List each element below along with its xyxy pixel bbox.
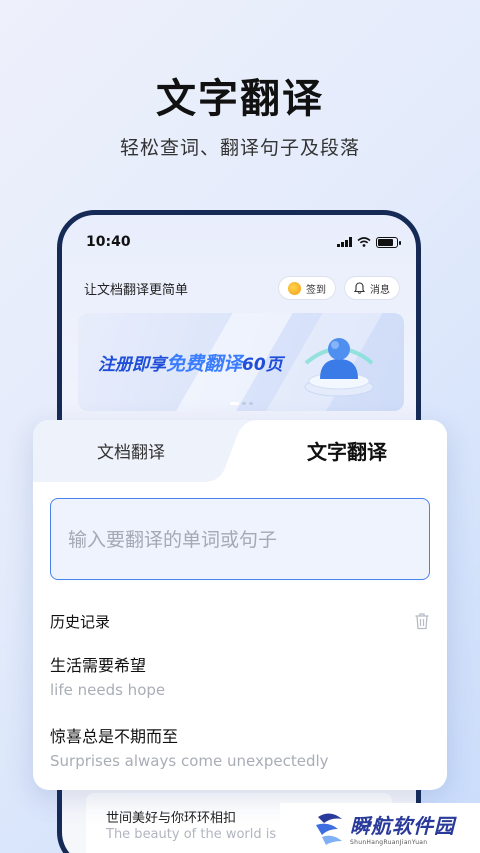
hero-subtitle: 轻松查词、翻译句子及段落	[119, 137, 360, 159]
history-title: 历史记录	[50, 612, 111, 631]
messages-button[interactable]: 消息	[344, 276, 400, 300]
app-slogan: 让文档翻译更简单	[84, 282, 189, 298]
status-time: 10:40	[86, 234, 131, 250]
history-header: 历史记录	[50, 610, 430, 632]
bell-icon	[354, 282, 365, 294]
tab-bar: 文档翻译 文字翻译	[33, 420, 447, 482]
battery-icon	[376, 236, 401, 248]
tab-document-translation[interactable]: 文档翻译	[33, 438, 229, 463]
signin-label: 签到	[306, 284, 326, 296]
status-icons	[337, 236, 401, 248]
translation-card: 文档翻译 文字翻译 输入要翻译的单词或句子 历史记录 生活需要希望 life n…	[33, 420, 447, 790]
messages-label: 消息	[370, 284, 390, 296]
history-item[interactable]: 生活需要希望 life needs hope	[50, 652, 430, 699]
history-source: 惊喜总是不期而至	[50, 727, 179, 746]
wifi-icon	[357, 237, 371, 247]
trash-icon[interactable]	[414, 612, 430, 630]
banner-text: 注册即享免费翻译60页	[98, 353, 283, 375]
watermark: 瞬航软件园 ShunHangRuanJianYuan	[280, 803, 480, 853]
history-translation: life needs hope	[50, 681, 166, 699]
translation-input[interactable]: 输入要翻译的单词或句子	[50, 498, 430, 580]
user-figure-icon	[304, 338, 374, 397]
tab-text-translation[interactable]: 文字翻译	[247, 436, 447, 465]
watermark-name: 瞬航软件园	[350, 814, 455, 838]
peek-translation: The beauty of the world is l	[106, 827, 284, 842]
signin-button[interactable]: 签到	[278, 276, 336, 300]
app-header: 让文档翻译更简单 签到 消息	[84, 275, 400, 301]
history-translation: Surprises always come unexpectedly	[50, 752, 329, 770]
watermark-logo-icon	[316, 813, 342, 845]
status-bar: 10:40	[86, 231, 401, 253]
history-source: 生活需要希望	[50, 656, 147, 675]
hero-title: 文字翻译	[156, 76, 324, 122]
banner-pagination	[78, 402, 404, 405]
coin-icon	[288, 281, 301, 295]
peek-source: 世间美好与你环环相扣	[106, 811, 237, 826]
signal-icon	[337, 237, 352, 247]
header-actions: 签到 消息	[278, 276, 400, 300]
history-item[interactable]: 惊喜总是不期而至 Surprises always come unexpecte…	[50, 723, 430, 770]
promo-banner[interactable]: 注册即享免费翻译60页	[78, 313, 404, 411]
watermark-pinyin: ShunHangRuanJianYuan	[350, 839, 428, 846]
